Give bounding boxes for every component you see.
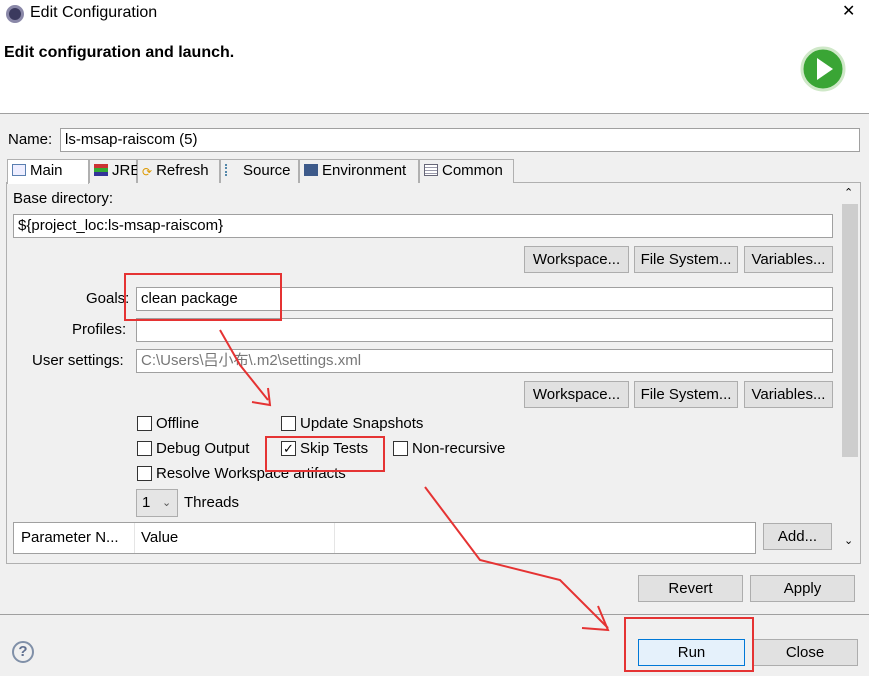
refresh-icon: ⟳ bbox=[142, 165, 153, 179]
jre-icon bbox=[94, 164, 108, 176]
parameters-table[interactable]: Parameter N... Value bbox=[13, 522, 756, 554]
scroll-down-icon[interactable]: ⌄ bbox=[844, 532, 853, 550]
base-directory-input[interactable]: ${project_loc:ls-msap-raiscom} bbox=[13, 214, 833, 238]
threads-label: Threads bbox=[184, 494, 240, 511]
tab-source[interactable]: Source bbox=[220, 159, 299, 183]
annotation-box-skip-tests bbox=[265, 436, 385, 472]
run-launch-icon bbox=[800, 46, 846, 92]
scrollbar[interactable]: ⌃ ⌄ bbox=[840, 184, 860, 552]
tab-panel bbox=[6, 182, 861, 564]
tab-jre[interactable]: JRE bbox=[89, 159, 140, 183]
environment-icon bbox=[304, 164, 318, 176]
close-button[interactable]: Close bbox=[752, 639, 858, 666]
apply-button[interactable]: Apply bbox=[750, 575, 855, 602]
chevron-down-icon: ⌄ bbox=[162, 497, 172, 509]
base-directory-label: Base directory: bbox=[13, 190, 114, 207]
add-button[interactable]: Add... bbox=[763, 523, 832, 550]
name-input[interactable]: ls-msap-raiscom (5) bbox=[60, 128, 860, 152]
help-icon[interactable]: ? bbox=[12, 641, 34, 663]
file-system-button[interactable]: File System... bbox=[634, 246, 738, 273]
non-recursive-label: Non-recursive bbox=[412, 440, 506, 457]
debug-output-checkbox[interactable] bbox=[137, 441, 152, 456]
tab-main[interactable]: Main bbox=[7, 159, 89, 184]
revert-button[interactable]: Revert bbox=[638, 575, 743, 602]
column-header-parameter[interactable]: Parameter N... bbox=[21, 529, 119, 547]
variables-button-2[interactable]: Variables... bbox=[744, 381, 833, 408]
offline-checkbox[interactable] bbox=[137, 416, 152, 431]
window-title: Edit Configuration bbox=[30, 4, 158, 21]
update-snapshots-checkbox[interactable] bbox=[281, 416, 296, 431]
eclipse-icon bbox=[6, 5, 24, 23]
goals-label: Goals: bbox=[86, 290, 130, 307]
annotation-box-run bbox=[624, 617, 754, 672]
profiles-input[interactable] bbox=[136, 318, 833, 342]
tab-common[interactable]: Common bbox=[419, 159, 514, 183]
annotation-box-goals bbox=[124, 273, 282, 321]
annotation-arrow-2-head bbox=[581, 605, 610, 632]
debug-output-label: Debug Output bbox=[156, 440, 250, 457]
file-system-button-2[interactable]: File System... bbox=[634, 381, 738, 408]
offline-label: Offline bbox=[156, 415, 200, 432]
workspace-button[interactable]: Workspace... bbox=[524, 246, 629, 273]
non-recursive-checkbox[interactable] bbox=[393, 441, 408, 456]
tab-refresh[interactable]: ⟳ Refresh bbox=[137, 159, 220, 183]
title-bar: Edit Configuration ✕ bbox=[0, 0, 869, 28]
workspace-button-2[interactable]: Workspace... bbox=[524, 381, 629, 408]
main-tab-icon bbox=[12, 164, 26, 176]
scroll-thumb[interactable] bbox=[842, 204, 858, 457]
name-label: Name: bbox=[8, 131, 53, 148]
header-title: Edit configuration and launch. bbox=[4, 44, 235, 61]
profiles-label: Profiles: bbox=[72, 321, 127, 338]
threads-combo[interactable]: 1 ⌄ bbox=[136, 489, 178, 517]
source-icon bbox=[225, 164, 239, 176]
variables-button[interactable]: Variables... bbox=[744, 246, 833, 273]
update-snapshots-label: Update Snapshots bbox=[300, 415, 424, 432]
dialog-header: Edit configuration and launch. bbox=[0, 28, 869, 114]
scroll-up-icon[interactable]: ⌃ bbox=[844, 184, 853, 202]
tab-environment[interactable]: Environment bbox=[299, 159, 419, 183]
column-header-value[interactable]: Value bbox=[141, 529, 178, 547]
common-icon bbox=[424, 164, 438, 176]
close-icon[interactable]: ✕ bbox=[842, 3, 855, 21]
resolve-workspace-checkbox[interactable] bbox=[137, 466, 152, 481]
user-settings-input[interactable]: C:\Users\吕小布\.m2\settings.xml bbox=[136, 349, 833, 373]
user-settings-label: User settings: bbox=[32, 352, 124, 369]
